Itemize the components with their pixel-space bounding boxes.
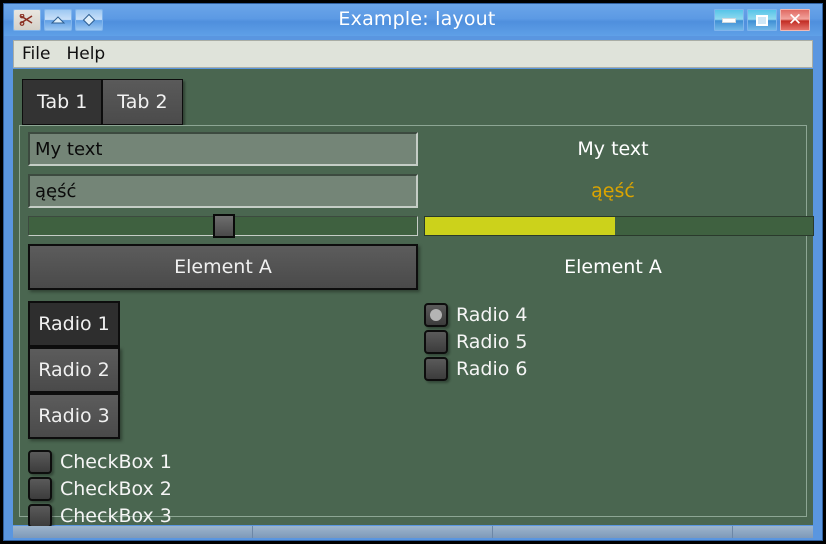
right-column: My text ąęść Element A Radio 4 Radio 5 R… xyxy=(424,132,814,382)
radio-box-icon[interactable] xyxy=(424,302,448,327)
checkbox-box-icon[interactable] xyxy=(28,503,52,528)
label-accent-text: ąęść xyxy=(591,180,635,202)
tab-tab-2[interactable]: Tab 2 xyxy=(102,79,183,125)
checkbox-box-icon[interactable] xyxy=(28,449,52,474)
radio-box-icon[interactable] xyxy=(424,329,448,354)
maximize-button[interactable] xyxy=(747,9,777,31)
slider-handle[interactable] xyxy=(213,214,235,238)
slider[interactable] xyxy=(28,214,418,238)
status-bar-segment xyxy=(493,526,734,538)
checkbox-checkbox-3[interactable]: CheckBox 3 xyxy=(28,502,418,529)
checkbox-label: CheckBox 3 xyxy=(60,504,172,527)
menu-bar: File Help xyxy=(13,40,813,68)
progress-bar xyxy=(424,216,814,236)
text-input-1[interactable] xyxy=(28,132,418,166)
status-bar-segment xyxy=(253,526,494,538)
radio-label: Radio 6 xyxy=(456,357,528,380)
close-icon: ✕ xyxy=(787,10,803,30)
title-bar[interactable]: Example: layout ✕ xyxy=(4,4,822,36)
label-my-text: My text xyxy=(577,138,649,160)
maximize-icon xyxy=(756,14,768,26)
radio-button-radio-1[interactable]: Radio 1 xyxy=(28,301,120,347)
combo-button-element-a[interactable]: Element A xyxy=(28,244,418,290)
tab-tab-1[interactable]: Tab 1 xyxy=(22,79,103,125)
menu-item-help[interactable]: Help xyxy=(65,43,106,65)
radio-label: Radio 5 xyxy=(456,330,528,353)
status-bar xyxy=(13,526,813,538)
radio-radio-5[interactable]: Radio 5 xyxy=(424,328,802,355)
menu-item-file[interactable]: File xyxy=(21,43,51,65)
tab-strip: Tab 1 Tab 2 xyxy=(22,79,183,125)
radio-radio-4[interactable]: Radio 4 xyxy=(424,301,802,328)
checkbox-checkbox-1[interactable]: CheckBox 1 xyxy=(28,448,418,475)
checkbox-label: CheckBox 1 xyxy=(60,450,172,473)
minimize-icon xyxy=(722,17,736,23)
radio-label: Radio 4 xyxy=(456,303,528,326)
minimize-button[interactable] xyxy=(714,9,744,31)
application-window: Example: layout ✕ File Help Tab 1 Tab 2 xyxy=(0,0,826,544)
left-column: Element A Radio 1 Radio 2 Radio 3 CheckB… xyxy=(28,132,418,529)
radio-button-radio-2[interactable]: Radio 2 xyxy=(28,347,120,393)
client-area: Tab 1 Tab 2 Element A Radio 1 Radio 2 Ra… xyxy=(13,69,814,528)
radio-selected-dot xyxy=(430,308,442,321)
checkbox-checkbox-2[interactable]: CheckBox 2 xyxy=(28,475,418,502)
radio-button-radio-3[interactable]: Radio 3 xyxy=(28,393,120,439)
status-bar-segment xyxy=(13,526,254,538)
close-button[interactable]: ✕ xyxy=(780,9,810,31)
titlebar-controls: ✕ xyxy=(714,9,810,31)
text-input-2[interactable] xyxy=(28,174,418,208)
checkbox-label: CheckBox 2 xyxy=(60,477,172,500)
tab-page: Element A Radio 1 Radio 2 Radio 3 CheckB… xyxy=(19,125,814,528)
status-bar-segment xyxy=(733,526,813,538)
label-element-a: Element A xyxy=(564,256,662,278)
radio-radio-6[interactable]: Radio 6 xyxy=(424,355,802,382)
checkbox-box-icon[interactable] xyxy=(28,476,52,501)
radio-box-icon[interactable] xyxy=(424,356,448,381)
progress-bar-fill xyxy=(425,217,616,235)
window-title: Example: layout xyxy=(338,8,496,30)
